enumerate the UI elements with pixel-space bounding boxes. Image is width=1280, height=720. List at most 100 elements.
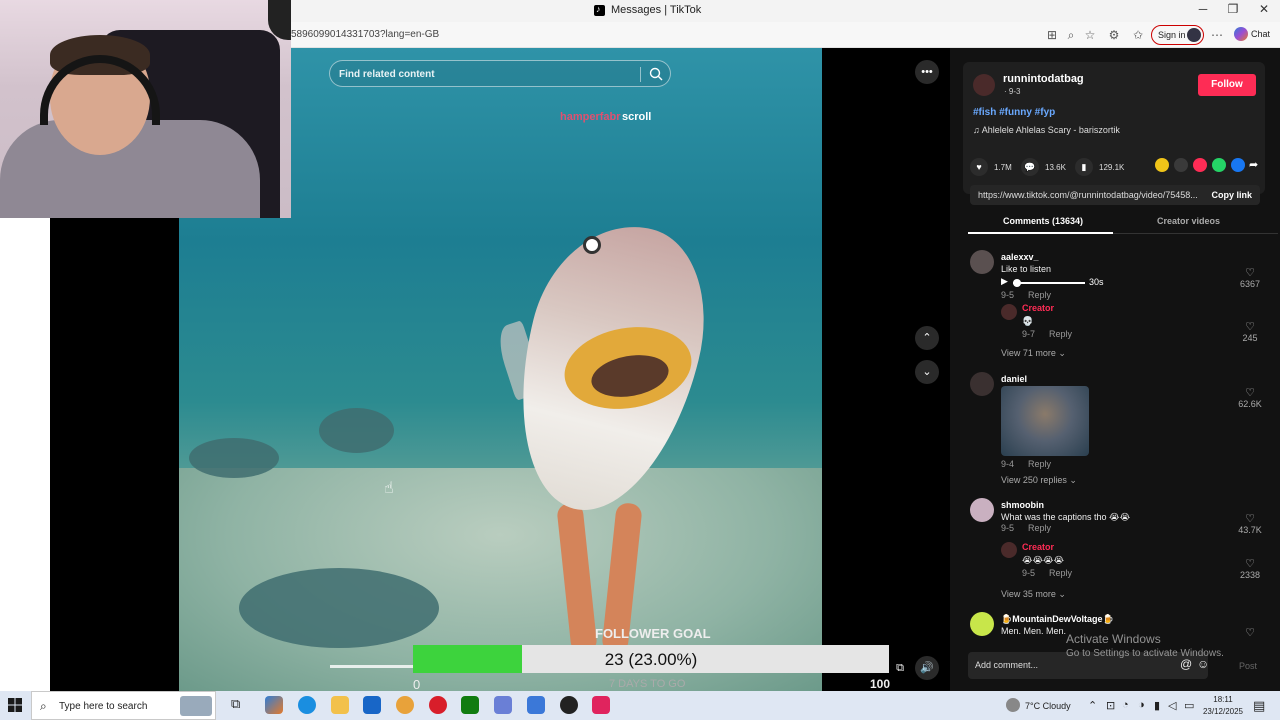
network-icon[interactable]: ⊡ <box>1106 699 1115 712</box>
comment-like[interactable]: ♡ 62.6K <box>1230 386 1270 409</box>
send-icon[interactable] <box>1193 158 1207 172</box>
more-options-icon[interactable]: ⋯ <box>1209 28 1225 42</box>
edge-icon[interactable] <box>298 696 316 714</box>
whatsapp-icon[interactable] <box>1212 158 1226 172</box>
outlook-icon[interactable] <box>363 696 381 714</box>
sign-in-button[interactable]: Sign in <box>1151 25 1204 45</box>
likes-count: 1.7M <box>994 162 1012 172</box>
likes-stat[interactable]: ♥ 1.7M <box>970 158 1012 176</box>
picture-in-picture-icon[interactable]: ⧉ <box>888 656 912 680</box>
volume-icon[interactable]: 🔊 <box>915 656 939 680</box>
tray-chevron-up-icon[interactable]: ⌃ <box>1088 699 1097 712</box>
zoom-icon[interactable]: ⌕ <box>1063 28 1079 43</box>
tiktok-taskbar-icon[interactable] <box>592 696 610 714</box>
opera-icon[interactable] <box>429 696 447 714</box>
embed-code-icon[interactable] <box>1174 158 1188 172</box>
previous-video-chevron-up-icon[interactable]: ⌃ <box>915 326 939 350</box>
view-more-replies[interactable]: View 35 more ⌄ <box>1001 589 1066 600</box>
comment-meta: 9-5 Reply <box>1001 290 1065 300</box>
reply-like[interactable]: ♡ 245 <box>1230 320 1270 343</box>
copy-link-button[interactable]: Copy link <box>1211 190 1252 200</box>
comment-username[interactable]: shmoobin <box>1001 500 1044 510</box>
comment-like[interactable]: ♡ 43.7K <box>1230 512 1270 535</box>
reply-button[interactable]: Reply <box>1028 290 1051 300</box>
creator-username[interactable]: runnintodatbag <box>1003 73 1084 85</box>
emoji-icon[interactable]: ☺ <box>1197 657 1209 671</box>
url-text[interactable]: 5896099014331703?lang=en-GB <box>291 29 439 40</box>
view-more-replies[interactable]: View 250 replies ⌄ <box>1001 475 1077 486</box>
security-shield-icon[interactable] <box>527 696 545 714</box>
search-highlight-icon[interactable] <box>180 696 212 716</box>
comment-image-thumbnail[interactable] <box>1001 386 1089 456</box>
creator-avatar[interactable] <box>973 74 995 96</box>
share-friends-icon[interactable] <box>1155 158 1169 172</box>
comment-item: aalexxv_ Like to listen ▶ 30s 9-5 Reply ♡… <box>970 250 1270 360</box>
xbox-icon[interactable] <box>461 696 479 714</box>
share-arrow-icon[interactable]: ➦ <box>1249 158 1263 172</box>
copilot-taskbar-icon[interactable] <box>265 696 283 714</box>
video-link-text[interactable]: https://www.tiktok.com/@runnintodatbag/v… <box>978 190 1198 200</box>
microphone-icon[interactable]: ▮ <box>1154 699 1160 712</box>
comment-like[interactable]: ♡ <box>1230 626 1270 639</box>
task-view-icon[interactable]: ⧉ <box>231 696 249 714</box>
more-options-icon[interactable]: ••• <box>915 60 939 84</box>
file-explorer-icon[interactable] <box>331 696 349 714</box>
minimize-icon[interactable]: ─ <box>1188 2 1218 16</box>
reply-button[interactable]: Reply <box>1049 568 1072 578</box>
favorite-star-icon[interactable]: ☆ <box>1082 28 1098 42</box>
chrome-icon[interactable] <box>396 696 414 714</box>
taskbar-search-input[interactable]: ⌕ Type here to search <box>31 691 216 720</box>
volume-icon[interactable]: ◁ <box>1168 699 1176 712</box>
view-more-replies[interactable]: View 71 more ⌄ <box>1001 348 1066 359</box>
windows-start-icon[interactable] <box>8 698 22 712</box>
commenter-avatar[interactable] <box>970 250 994 274</box>
comment-audio-player[interactable]: ▶ 30s <box>1001 276 1111 288</box>
commenter-avatar[interactable] <box>970 498 994 522</box>
panel-tabs: Comments (13634) Creator videos <box>968 208 1278 234</box>
reply-button[interactable]: Reply <box>1028 523 1051 533</box>
copilot-chat-button[interactable]: Chat <box>1234 27 1270 41</box>
facebook-icon[interactable] <box>1231 158 1245 172</box>
taskbar-clock[interactable]: 18:11 23/12/2025 <box>1200 694 1246 718</box>
video-music[interactable]: ♫ Ahlelele Ahlelas Scary - bariszortik <box>973 125 1120 135</box>
next-video-chevron-down-icon[interactable]: ⌄ <box>915 360 939 384</box>
speaker-icon[interactable]: ◑ <box>1138 699 1145 711</box>
comments-stat[interactable]: 💬 13.6K <box>1021 158 1066 176</box>
favorites-icon[interactable]: ✩ <box>1130 28 1146 42</box>
search-icon[interactable] <box>648 66 664 82</box>
comment-username[interactable]: 🍺MountainDewVoltage🍺 <box>1001 614 1114 625</box>
post-button[interactable]: Post <box>1239 661 1257 671</box>
weather-text[interactable]: 7°C Cloudy <box>1025 701 1071 711</box>
app-available-icon[interactable]: ⊞ <box>1044 28 1060 42</box>
creator-reply-avatar[interactable] <box>1001 542 1017 558</box>
follow-button[interactable]: Follow <box>1198 74 1256 96</box>
creator-reply-avatar[interactable] <box>1001 304 1017 320</box>
video-progress-line[interactable] <box>330 665 413 668</box>
language-icon[interactable]: ▭ <box>1184 699 1194 712</box>
tab-creator-videos[interactable]: Creator videos <box>1157 216 1220 226</box>
reply-button[interactable]: Reply <box>1028 459 1051 469</box>
video-hashtags[interactable]: #fish #funny #fyp <box>973 107 1055 118</box>
related-search-input[interactable]: Find related content <box>329 60 671 87</box>
reply-button[interactable]: Reply <box>1049 329 1072 339</box>
play-icon[interactable]: ▶ <box>1001 276 1008 287</box>
wifi-icon[interactable]: ◔ <box>1122 699 1129 711</box>
comment-like[interactable]: ♡ 6367 <box>1230 266 1270 289</box>
close-icon[interactable]: ✕ <box>1249 2 1279 16</box>
weather-icon[interactable] <box>1006 698 1020 712</box>
comment-username[interactable]: daniel <box>1001 374 1027 384</box>
notifications-icon[interactable]: ▤ <box>1253 698 1265 714</box>
restore-icon[interactable]: ❐ <box>1218 2 1248 16</box>
reply-like[interactable]: ♡ 2338 <box>1230 557 1270 580</box>
audio-scrubber[interactable] <box>1013 279 1021 287</box>
mention-icon[interactable]: @ <box>1180 657 1192 671</box>
tab-comments[interactable]: Comments (13634) <box>1003 216 1083 226</box>
extensions-icon[interactable]: ⚙ <box>1106 28 1122 42</box>
commenter-avatar[interactable] <box>970 612 994 636</box>
comment-username[interactable]: aalexxv_ <box>1001 252 1039 262</box>
streaming-app-icon[interactable] <box>494 696 512 714</box>
commenter-avatar[interactable] <box>970 372 994 396</box>
obs-icon[interactable] <box>560 696 578 714</box>
audio-track[interactable] <box>1013 282 1085 284</box>
saves-stat[interactable]: ▮ 129.1K <box>1075 158 1124 176</box>
